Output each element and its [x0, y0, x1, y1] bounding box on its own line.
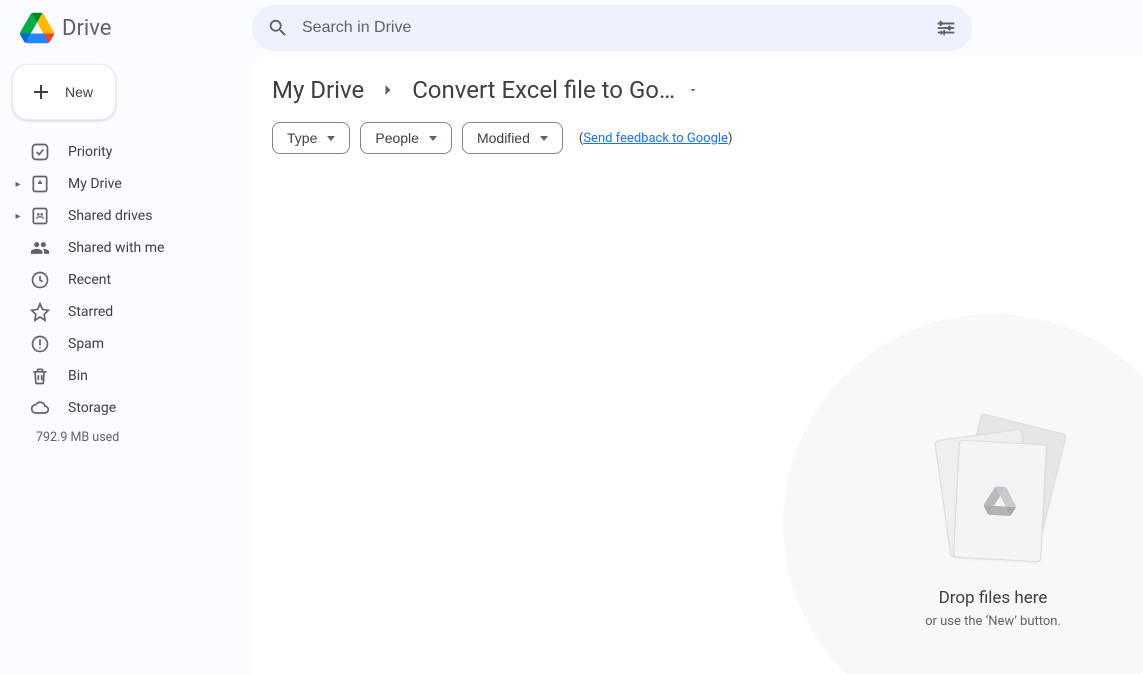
- breadcrumb-current-label: Convert Excel file to Go…: [412, 76, 675, 104]
- filter-type[interactable]: Type: [272, 122, 350, 154]
- chip-label: People: [375, 130, 419, 146]
- chevron-right-icon: [378, 80, 398, 100]
- priority-icon: [28, 142, 52, 162]
- sidebar-item-label: Recent: [68, 272, 111, 288]
- sidebar-item-label: My Drive: [68, 176, 122, 192]
- sidebar-item-label: Priority: [68, 144, 112, 160]
- drop-subtitle: or use the ‘New’ button.: [925, 614, 1061, 629]
- sidebar-item-my-drive[interactable]: ▸ My Drive: [0, 168, 252, 200]
- sidebar-item-bin[interactable]: Bin: [0, 360, 252, 392]
- search-bar[interactable]: [252, 5, 972, 51]
- recent-icon: [28, 270, 52, 290]
- shared-drives-icon: [28, 206, 52, 226]
- sidebar-item-shared-drives[interactable]: ▸ Shared drives: [0, 200, 252, 232]
- caret-down-icon: [687, 84, 699, 96]
- filter-row: Type People Modified (Send feedback to G…: [272, 122, 1123, 154]
- new-button[interactable]: New: [12, 64, 116, 120]
- sidebar-item-label: Bin: [68, 368, 88, 384]
- sidebar-item-storage[interactable]: Storage: [0, 392, 252, 424]
- plus-icon: [29, 80, 53, 104]
- expand-icon[interactable]: ▸: [12, 179, 24, 190]
- caret-down-icon: [429, 136, 437, 141]
- my-drive-icon: [28, 174, 52, 194]
- sidebar-item-label: Storage: [68, 400, 116, 416]
- feedback-link[interactable]: Send feedback to Google: [583, 131, 728, 146]
- layout: New Priority ▸ My Drive ▸: [0, 56, 1143, 674]
- filter-modified[interactable]: Modified: [462, 122, 563, 154]
- main: My Drive Convert Excel file to Go… Type …: [252, 56, 1143, 674]
- storage-used: 792.9 MB used: [0, 430, 252, 445]
- drop-title: Drop files here: [939, 588, 1048, 608]
- breadcrumb-current[interactable]: Convert Excel file to Go…: [412, 76, 699, 104]
- sidebar-item-recent[interactable]: Recent: [0, 264, 252, 296]
- sidebar-item-shared-with-me[interactable]: Shared with me: [0, 232, 252, 264]
- sidebar-item-label: Spam: [68, 336, 104, 352]
- brand[interactable]: Drive: [12, 11, 252, 45]
- chip-label: Type: [287, 130, 317, 146]
- starred-icon: [28, 302, 52, 322]
- drop-illustration: [938, 420, 1068, 570]
- drop-zone[interactable]: Drop files here or use the ‘New’ button.: [783, 314, 1143, 674]
- spam-icon: [28, 334, 52, 354]
- breadcrumb-root[interactable]: My Drive: [272, 76, 364, 104]
- filter-people[interactable]: People: [360, 122, 452, 154]
- sidebar-item-label: Shared with me: [68, 240, 164, 256]
- sidebar-item-starred[interactable]: Starred: [0, 296, 252, 328]
- sidebar-item-label: Starred: [68, 304, 113, 320]
- shared-with-me-icon: [28, 238, 52, 258]
- search-options-icon[interactable]: [934, 16, 958, 40]
- expand-icon[interactable]: ▸: [12, 211, 24, 222]
- search-input[interactable]: [302, 19, 922, 37]
- nav: Priority ▸ My Drive ▸ Shared drives: [0, 136, 252, 424]
- caret-down-icon: [540, 136, 548, 141]
- drive-logo-icon: [983, 484, 1017, 518]
- feedback-text: (Send feedback to Google): [579, 131, 733, 146]
- drive-logo-icon: [20, 11, 54, 45]
- sidebar: New Priority ▸ My Drive ▸: [0, 56, 252, 674]
- new-button-label: New: [65, 84, 93, 100]
- chip-label: Modified: [477, 130, 530, 146]
- sidebar-item-label: Shared drives: [68, 208, 152, 224]
- brand-name: Drive: [62, 16, 111, 41]
- header: Drive: [0, 0, 1143, 56]
- caret-down-icon: [327, 136, 335, 141]
- breadcrumb: My Drive Convert Excel file to Go…: [272, 76, 1123, 104]
- bin-icon: [28, 366, 52, 386]
- sidebar-item-priority[interactable]: Priority: [0, 136, 252, 168]
- sidebar-item-spam[interactable]: Spam: [0, 328, 252, 360]
- search-icon[interactable]: [266, 16, 290, 40]
- storage-icon: [28, 398, 52, 418]
